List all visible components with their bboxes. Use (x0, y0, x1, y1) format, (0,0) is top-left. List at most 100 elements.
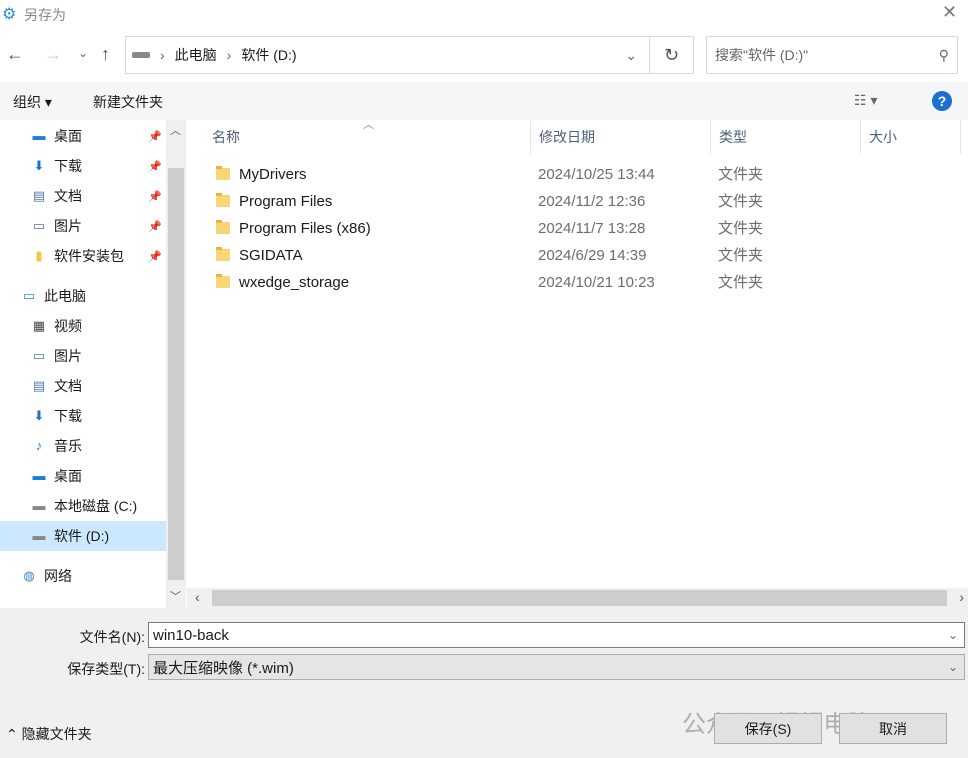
file-date: 2024/10/25 13:44 (538, 166, 655, 183)
sidebar-item-label: 软件安装包 (54, 248, 124, 264)
sidebar-item[interactable]: ▤ 文档 📌 (0, 181, 166, 211)
file-row[interactable]: Program Files 2024/11/2 12:36 文件夹 (187, 188, 947, 215)
view-options-button[interactable]: ☷ ▾ (854, 92, 877, 109)
filetype-select[interactable]: 最大压缩映像 (*.wim) ⌄ (148, 654, 965, 680)
address-bar[interactable]: › 此电脑 › 软件 (D:) ⌄ (125, 36, 650, 74)
save-button[interactable]: 保存(S) (714, 713, 822, 744)
filename-input[interactable]: win10-back ⌄ (148, 622, 965, 648)
forward-button[interactable]: → (44, 44, 62, 65)
file-name: wxedge_storage (239, 274, 350, 291)
file-type: 文件夹 (718, 166, 764, 183)
sidebar-item[interactable]: ▤ 文档 (0, 371, 166, 401)
document-icon: ▤ (32, 378, 46, 393)
pin-icon[interactable]: 📌 (148, 220, 162, 233)
chevron-right-icon: › (160, 47, 165, 63)
file-type: 文件夹 (718, 193, 764, 210)
horizontal-scrollbar[interactable]: ‹ › (187, 588, 968, 608)
filetype-label: 保存类型(T): (67, 661, 145, 677)
search-icon: ⚲ (938, 46, 949, 63)
file-name: Program Files (x86) (239, 220, 371, 237)
file-row[interactable]: wxedge_storage 2024/10/21 10:23 文件夹 (187, 269, 947, 296)
folder-icon (216, 193, 230, 207)
filename-label: 文件名(N): (79, 629, 145, 645)
file-name: Program Files (239, 193, 333, 210)
save-panel: 文件名(N): win10-back ⌄ 保存类型(T): 最大压缩映像 (*.w… (0, 608, 968, 758)
column-type[interactable]: 类型 (711, 120, 861, 154)
pin-icon[interactable]: 📌 (148, 190, 162, 203)
window-title: 另存为 (24, 7, 66, 23)
drive-icon: ▬ (32, 528, 46, 543)
sidebar-item[interactable]: ▭ 图片 📌 (0, 211, 166, 241)
desktop-icon: ▬ (32, 128, 46, 143)
sidebar-item[interactable]: ▬ 桌面 📌 (0, 121, 166, 151)
sidebar-item[interactable]: ▬ 软件 (D:) (0, 521, 166, 551)
recent-dropdown-button[interactable]: ⌄ (78, 46, 88, 60)
file-date: 2024/11/2 12:36 (538, 193, 646, 210)
pin-icon[interactable]: 📌 (148, 130, 162, 143)
toolbar: 组织 ▾ 新建文件夹 ☷ ▾ ? (0, 82, 968, 120)
new-folder-button[interactable]: 新建文件夹 (93, 92, 163, 112)
sidebar-item-label: 视频 (54, 318, 82, 334)
sidebar-item-label: 音乐 (54, 438, 82, 454)
column-size[interactable]: 大小 (861, 120, 961, 154)
sidebar-item-label: 桌面 (54, 468, 82, 484)
sidebar-item[interactable]: ▭ 此电脑 (0, 281, 166, 311)
column-date[interactable]: 修改日期 (531, 120, 711, 154)
search-input[interactable]: 搜索"软件 (D:)" ⚲ (706, 36, 958, 74)
folder-icon: ▮ (35, 248, 43, 263)
file-date: 2024/11/7 13:28 (538, 220, 646, 237)
sidebar-item-label: 图片 (54, 348, 82, 364)
organize-button[interactable]: 组织 ▾ (13, 92, 52, 112)
sidebar: ▬ 桌面 📌 ⬇ 下载 📌 ▤ 文档 📌 ▭ 图片 📌 ▮ 软件安装包 📌 ▭ 此电脑 ▦ 视频 ▭ 图片 ▤ 文档 ⬇ 下载 ♪… (0, 120, 166, 608)
address-dropdown-icon[interactable]: ⌄ (625, 47, 637, 64)
folder-icon (216, 274, 230, 288)
file-name: SGIDATA (239, 247, 303, 264)
file-row[interactable]: SGIDATA 2024/6/29 14:39 文件夹 (187, 242, 947, 269)
sidebar-item-label: 图片 (54, 218, 82, 234)
drive-icon: ▬ (32, 498, 46, 513)
sidebar-item[interactable]: ▬ 本地磁盘 (C:) (0, 491, 166, 521)
sidebar-item-label: 桌面 (54, 128, 82, 144)
document-icon: ▤ (32, 188, 46, 203)
sidebar-item-label: 软件 (D:) (54, 528, 110, 544)
folder-icon (216, 247, 230, 261)
help-icon[interactable]: ? (932, 91, 952, 111)
folder-icon (216, 166, 230, 180)
download-icon: ⬇ (33, 158, 45, 173)
sidebar-scrollbar[interactable]: ︿ ﹀ (166, 120, 186, 608)
cancel-button[interactable]: 取消 (839, 713, 947, 744)
pin-icon[interactable]: 📌 (148, 250, 162, 263)
sidebar-item-label: 下载 (54, 408, 82, 424)
sidebar-item[interactable]: ⬇ 下载 (0, 401, 166, 431)
breadcrumb-item[interactable]: 此电脑 (175, 45, 217, 65)
picture-icon: ▭ (32, 348, 46, 363)
file-name: MyDrivers (239, 166, 307, 183)
file-row[interactable]: Program Files (x86) 2024/11/7 13:28 文件夹 (187, 215, 947, 242)
chevron-right-icon: › (226, 47, 232, 63)
sidebar-item[interactable]: ▦ 视频 (0, 311, 166, 341)
hide-folders-button[interactable]: ⌃ 隐藏文件夹 (6, 724, 92, 744)
sidebar-item[interactable]: ▬ 桌面 (0, 461, 166, 491)
back-button[interactable]: ← (6, 44, 24, 65)
column-name[interactable]: 名称 (204, 120, 531, 154)
sidebar-item[interactable]: ⬇ 下载 📌 (0, 151, 166, 181)
desktop-icon: ▬ (32, 468, 46, 483)
sidebar-item[interactable]: ▮ 软件安装包 📌 (0, 241, 166, 271)
file-type: 文件夹 (718, 247, 764, 264)
breadcrumb-item[interactable]: 软件 (D:) (241, 45, 296, 65)
pin-icon[interactable]: 📌 (148, 160, 162, 173)
sidebar-item[interactable]: ▭ 图片 (0, 341, 166, 371)
sidebar-item-label: 此电脑 (44, 288, 86, 304)
network-icon: ◍ (23, 568, 35, 583)
sidebar-item-label: 网络 (44, 568, 72, 584)
file-date: 2024/6/29 14:39 (538, 247, 647, 264)
app-gear-icon: ⚙ (2, 6, 17, 23)
up-button[interactable]: ↑ (101, 44, 110, 65)
download-icon: ⬇ (33, 408, 45, 423)
refresh-button[interactable]: ↻ (650, 36, 694, 74)
title-bar: ⚙ 另存为 ✕ (0, 0, 968, 28)
sidebar-item[interactable]: ◍ 网络 (0, 561, 166, 591)
close-button[interactable]: ✕ (942, 2, 957, 23)
file-row[interactable]: MyDrivers 2024/10/25 13:44 文件夹 (187, 161, 947, 188)
sidebar-item[interactable]: ♪ 音乐 (0, 431, 166, 461)
